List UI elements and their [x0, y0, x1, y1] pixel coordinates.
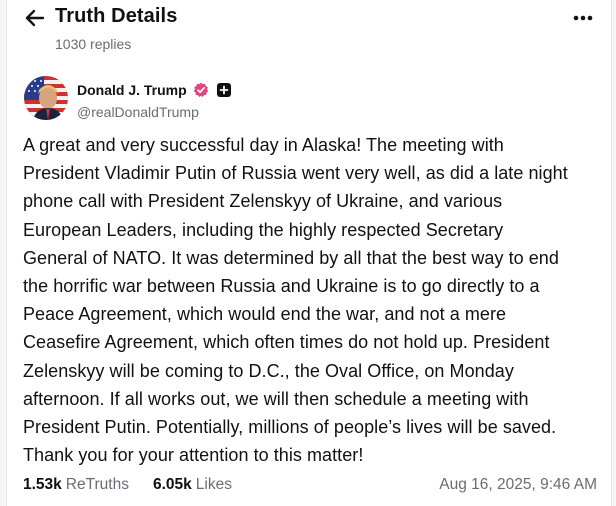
retruths-label: ReTruths [65, 476, 129, 493]
likes-count: 6.05k [153, 476, 192, 493]
avatar[interactable] [24, 76, 68, 120]
retruths-stat[interactable]: 1.53k ReTruths [23, 476, 129, 494]
more-horizontal-icon[interactable] [569, 8, 597, 28]
likes-stat[interactable]: 6.05k Likes [153, 476, 232, 494]
arrow-left-icon[interactable] [23, 6, 47, 30]
post-text: A great and very successful day in Alask… [23, 135, 568, 466]
post-stats: 1.53k ReTruths 6.05k Likes Aug 16, 2025, 9… [23, 476, 597, 498]
page-title: Truth Details [55, 5, 178, 27]
verified-badge-icon [193, 82, 208, 98]
post-timestamp: Aug 16, 2025, 9:46 AM [439, 476, 597, 493]
author-name[interactable]: Donald J. Trump [77, 82, 187, 98]
retruths-count: 1.53k [23, 476, 62, 493]
author-row: Donald J. Trump [77, 81, 231, 99]
reply-count[interactable]: 1030 replies [55, 36, 131, 52]
post-detail-card: Truth Details 1030 replies Donald J. Tru… [6, 0, 612, 506]
plus-square-icon [216, 83, 231, 97]
author-handle[interactable]: @realDonaldTrump [77, 104, 199, 120]
page-header: Truth Details 1030 replies [7, 0, 611, 60]
avatar-image [24, 76, 68, 120]
likes-label: Likes [195, 476, 232, 493]
